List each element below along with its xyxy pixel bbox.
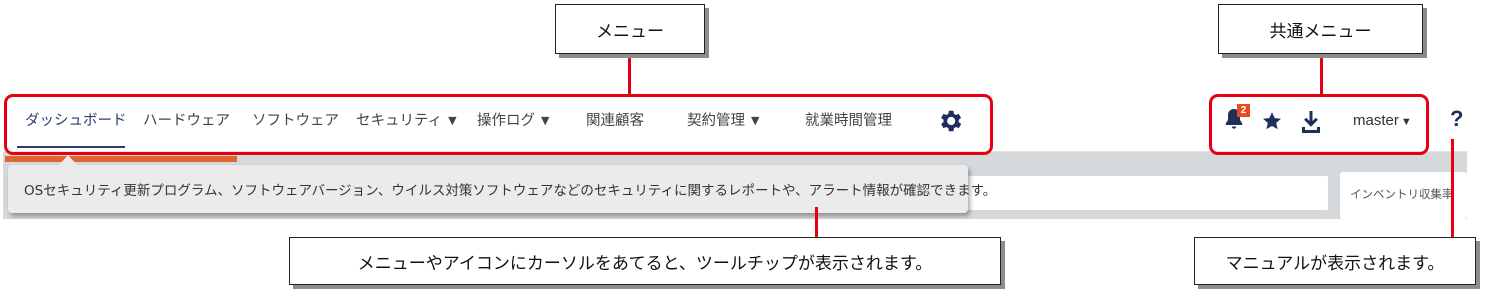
tooltip: OSセキュリティ更新プログラム、ソフトウェアバージョン、ウイルス対策ソフトウェア… <box>8 165 996 213</box>
menu-connector <box>628 54 631 95</box>
inventory-widget: インベントリ収集率 <box>1340 172 1467 219</box>
tooltip-note-callout: メニューやアイコンにカーソルをあてると、ツールチップが表示されます。 <box>289 237 1001 285</box>
tooltip-text: OSセキュリティ更新プログラム、ソフトウェアバージョン、ウイルス対策ソフトウェア… <box>24 183 997 199</box>
help-icon[interactable]: ? <box>1450 106 1463 132</box>
menu-highlight <box>4 94 993 155</box>
inventory-label: インベントリ収集率 <box>1350 187 1454 201</box>
tooltip-connector <box>815 207 818 237</box>
menu-callout: メニュー <box>555 4 705 54</box>
common-menu-callout: 共通メニュー <box>1218 4 1423 54</box>
common-menu-connector <box>1320 54 1323 95</box>
help-connector <box>1451 139 1454 237</box>
dashboard-header-strip <box>5 156 237 162</box>
common-menu-highlight <box>1209 94 1429 155</box>
manual-note-callout: マニュアルが表示されます。 <box>1194 237 1476 285</box>
